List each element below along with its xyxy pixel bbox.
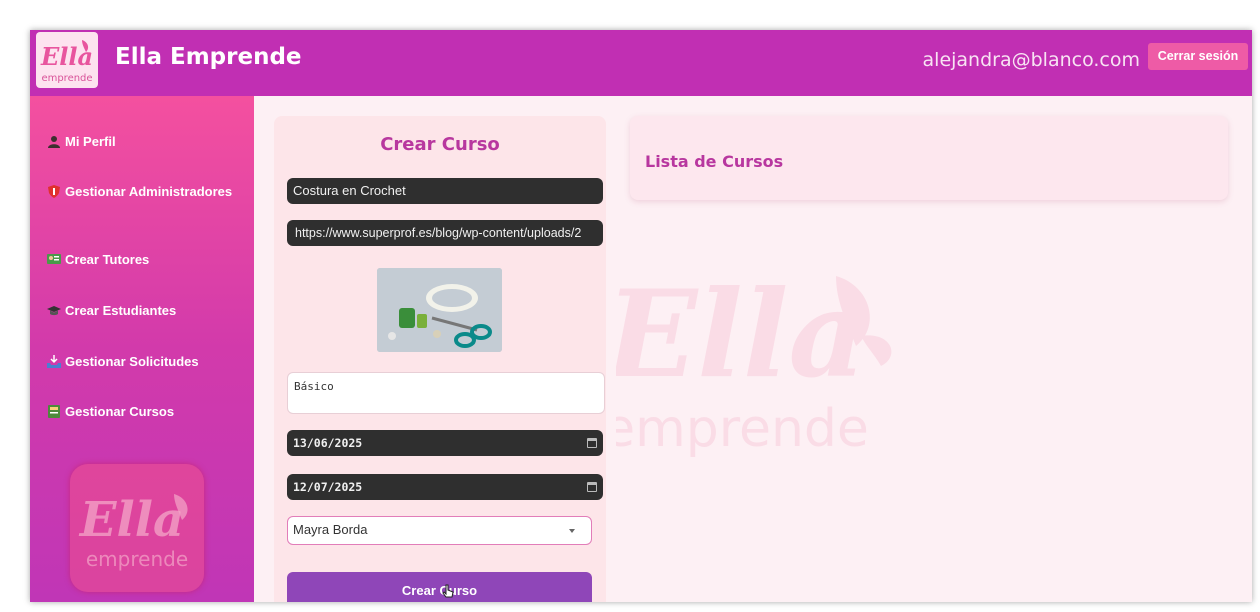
sidebar-item-gestionar-administradores[interactable]: Gestionar Administradores xyxy=(47,184,237,200)
sidebar-logo: Ella emprende xyxy=(70,464,204,592)
create-course-button[interactable]: Crear Curso xyxy=(287,572,592,602)
book-icon xyxy=(47,405,61,418)
course-image-preview xyxy=(377,268,502,352)
image-url-input[interactable]: https://www.superprof.es/blog/wp-content… xyxy=(287,220,603,246)
sidebar-item-label: Crear Estudiantes xyxy=(65,303,177,318)
logout-button[interactable]: Cerrar sesión xyxy=(1148,43,1248,70)
graduation-cap-icon xyxy=(47,304,61,317)
end-date-value: 12/07/2025 xyxy=(293,480,363,494)
background-watermark-logo: Ella emprende xyxy=(603,246,906,466)
create-course-form: Crear Curso Costura en Crochet https://w… xyxy=(274,116,606,602)
svg-text:Ella: Ella xyxy=(78,492,184,548)
app-window: Ella emprende Ella Emprende alejandra@bl… xyxy=(30,30,1252,602)
shield-icon xyxy=(47,185,61,198)
sidebar-item-label: Gestionar Cursos xyxy=(65,404,175,419)
sidebar-item-gestionar-cursos[interactable]: Gestionar Cursos xyxy=(47,404,237,420)
start-date-input[interactable]: 13/06/2025 xyxy=(287,430,603,456)
sidebar-item-label: Gestionar Solicitudes xyxy=(65,354,199,369)
sidebar-item-crear-estudiantes[interactable]: Crear Estudiantes xyxy=(47,303,237,319)
tutor-select-value: Mayra Borda xyxy=(293,522,368,537)
level-textarea[interactable]: Básico xyxy=(287,372,605,414)
main-content: Ella emprende Crear Curso Costura en Cro… xyxy=(254,96,1252,602)
sidebar-item-label: Gestionar Administradores xyxy=(65,184,233,199)
inbox-tray-icon xyxy=(47,355,61,368)
svg-text:emprende: emprende xyxy=(86,547,188,571)
user-email: alejandra@blanco.com xyxy=(922,49,1140,71)
top-header: Ella emprende Ella Emprende alejandra@bl… xyxy=(30,30,1252,96)
end-date-input[interactable]: 12/07/2025 xyxy=(287,474,603,500)
sidebar: Mi Perfil Gestionar Administradores Crea… xyxy=(30,96,254,602)
start-date-value: 13/06/2025 xyxy=(293,436,363,450)
calendar-icon[interactable] xyxy=(587,482,597,492)
svg-text:Ella: Ella xyxy=(616,264,866,405)
tutor-select[interactable]: Mayra Borda xyxy=(287,516,592,545)
form-title: Crear Curso xyxy=(380,134,500,155)
course-list-title: Lista de Cursos xyxy=(645,152,784,171)
chevron-down-icon xyxy=(569,529,575,533)
svg-text:emprende: emprende xyxy=(616,399,869,459)
sidebar-item-label: Crear Tutores xyxy=(65,252,150,267)
user-icon xyxy=(47,135,61,148)
course-name-input[interactable]: Costura en Crochet xyxy=(287,178,603,204)
course-list-card: Lista de Cursos xyxy=(630,116,1228,200)
brand-logo[interactable]: Ella emprende xyxy=(36,32,98,88)
svg-text:emprende: emprende xyxy=(41,73,92,84)
sidebar-item-gestionar-solicitudes[interactable]: Gestionar Solicitudes xyxy=(47,354,237,370)
sidebar-item-label: Mi Perfil xyxy=(65,134,116,149)
mouse-cursor-icon xyxy=(442,584,454,598)
sidebar-item-mi-perfil[interactable]: Mi Perfil xyxy=(47,134,237,150)
sidebar-item-crear-tutores[interactable]: Crear Tutores xyxy=(47,252,237,268)
calendar-icon[interactable] xyxy=(587,438,597,448)
app-title: Ella Emprende xyxy=(115,44,302,70)
teacher-icon xyxy=(47,253,61,266)
